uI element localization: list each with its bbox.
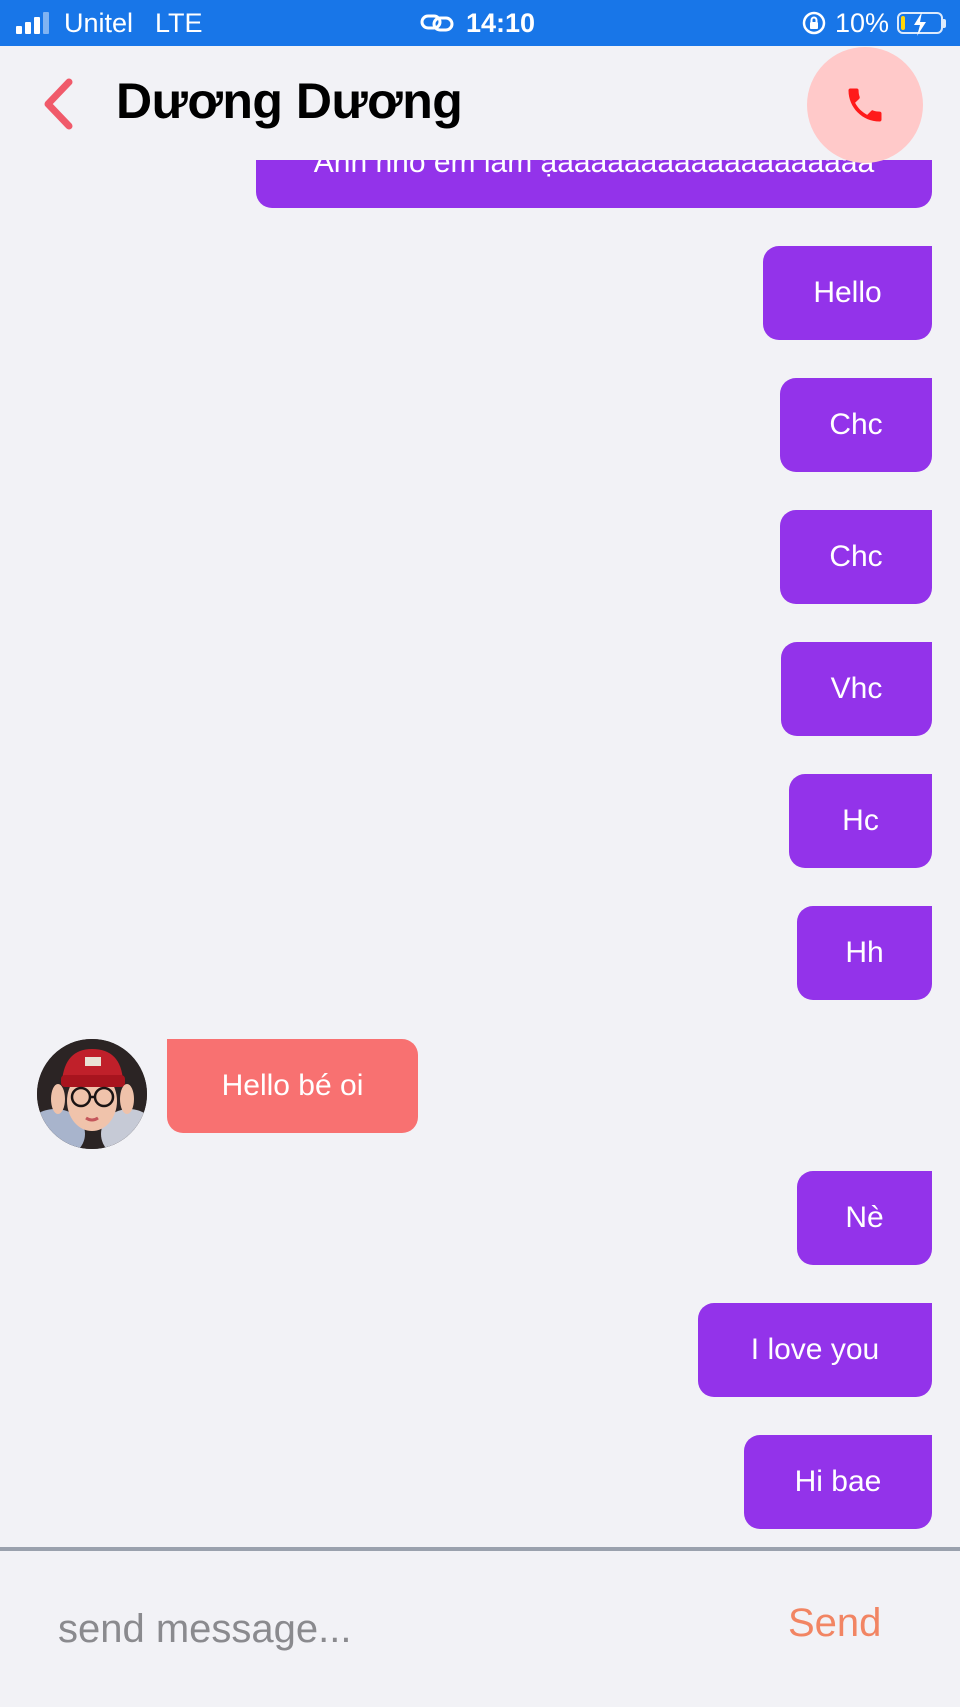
send-button[interactable]: Send (788, 1601, 881, 1646)
message-bubble-outgoing[interactable]: I love you (698, 1303, 932, 1397)
message-bubble-incoming[interactable]: Hello bé oi (167, 1039, 418, 1133)
message-bubble-outgoing[interactable]: Vhc (781, 642, 932, 736)
call-button[interactable] (807, 47, 923, 163)
network-type: LTE (155, 7, 203, 38)
contact-name: Dương Dương (116, 73, 463, 129)
carrier-name: Unitel (64, 7, 134, 38)
message-text: Hello (813, 276, 882, 309)
contact-avatar[interactable] (37, 1039, 147, 1149)
message-text: I love you (750, 1333, 880, 1366)
message-text: Nè (845, 1201, 884, 1234)
message-bubble-outgoing[interactable]: Hello (763, 246, 932, 340)
bolt-icon (914, 12, 926, 36)
message-text: Hi bae (794, 1465, 882, 1498)
phone-icon (848, 88, 882, 122)
message-bubble-outgoing[interactable]: Anh nho em lam ạaaaaaaaaaaaaaaaaaaa (256, 160, 932, 208)
chat-header: Dương Dương (0, 46, 960, 163)
message-text: Hc (842, 804, 879, 837)
signal-icon (16, 12, 52, 34)
battery-percent: 10% (834, 7, 889, 38)
message-text: Anh nho em lam ạaaaaaaaaaaaaaaaaaaa (313, 160, 875, 179)
message-composer: Send (0, 1551, 960, 1707)
message-text: Hh (845, 936, 884, 969)
message-bubble-outgoing[interactable]: Chc (780, 378, 932, 472)
message-bubble-outgoing[interactable]: Hi bae (744, 1435, 932, 1529)
message-text: Chc (829, 540, 883, 573)
back-button[interactable] (36, 76, 80, 132)
message-text: Chc (829, 408, 883, 441)
message-bubble-outgoing[interactable]: Hc (789, 774, 932, 868)
message-input[interactable] (56, 1593, 700, 1665)
contact-avatar-image (37, 1039, 147, 1149)
status-bar-center: 14:10 (420, 0, 535, 46)
chevron-left-icon (44, 78, 73, 130)
status-bar: Unitel LTE 14:10 10% (0, 0, 960, 46)
battery-cap (943, 18, 946, 28)
link-icon (420, 14, 454, 32)
battery-level-fill (901, 16, 905, 30)
message-bubble-outgoing[interactable]: Hh (797, 906, 932, 1000)
clock: 14:10 (466, 7, 536, 38)
message-text: Vhc (830, 672, 883, 705)
message-bubble-outgoing[interactable]: Nè (797, 1171, 932, 1265)
orientation-lock-icon (802, 11, 826, 35)
status-bar-left: Unitel LTE (16, 0, 203, 46)
message-bubble-outgoing[interactable]: Chc (780, 510, 932, 604)
status-bar-right: 10% (801, 0, 946, 46)
message-list[interactable]: Anh nho em lam ạaaaaaaaaaaaaaaaaaaa Hell… (0, 160, 960, 1547)
message-text: Hello bé oi (221, 1069, 364, 1102)
battery-charging-icon (897, 12, 943, 36)
